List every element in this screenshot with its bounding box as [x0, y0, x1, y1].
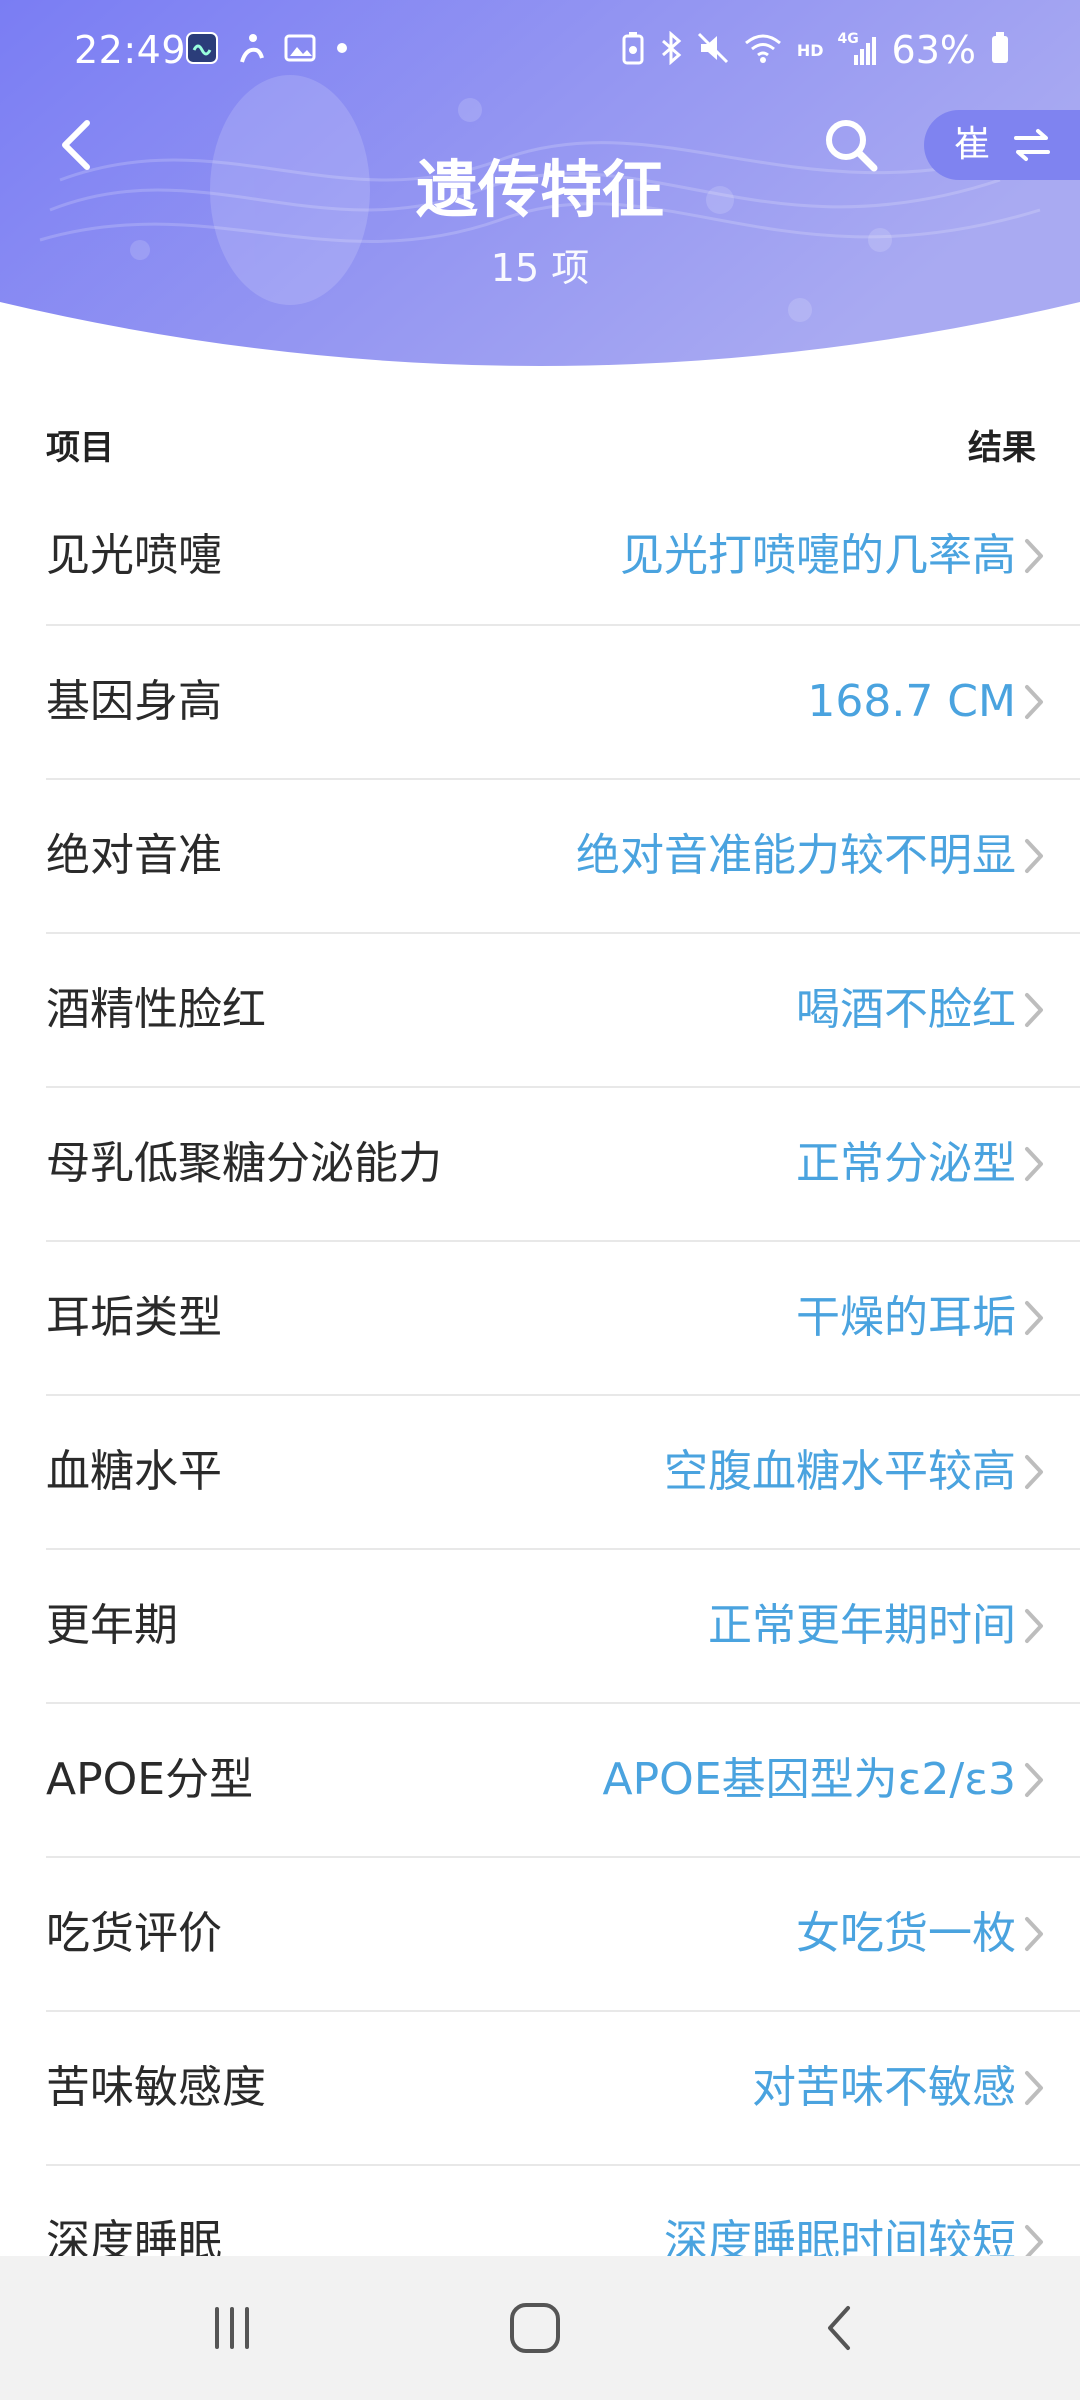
list-item[interactable]: 基因身高 168.7 CM [46, 626, 1080, 780]
item-value: 绝对音准能力较不明显 [576, 830, 1016, 881]
item-value: 喝酒不脸红 [796, 984, 1016, 1035]
item-label: 酒精性脸红 [46, 984, 266, 1035]
item-label: 吃货评价 [46, 1908, 222, 1959]
battery-icon [990, 31, 1010, 69]
chevron-right-icon [1025, 539, 1043, 573]
item-label: APOE分型 [46, 1754, 254, 1805]
chevron-right-icon [1025, 1609, 1043, 1643]
list-item[interactable]: 更年期 正常更年期时间 [46, 1550, 1080, 1704]
back-nav-icon [828, 2306, 850, 2350]
item-label: 基因身高 [46, 676, 222, 727]
item-label: 血糖水平 [46, 1446, 222, 1497]
page-title: 遗传特征 [415, 153, 664, 226]
battery-saver-icon [621, 31, 645, 69]
item-label: 绝对音准 [46, 830, 222, 881]
back-nav-button[interactable] [793, 2292, 883, 2364]
item-value: 168.7 CM [807, 676, 1016, 727]
chevron-right-icon [1025, 2071, 1043, 2105]
status-right-icons: HD 4G 63% [621, 26, 1010, 74]
trait-list: 见光喷嚏 见光打喷嚏的几率高 基因身高 168.7 CM 绝对音准 绝对音准能力… [46, 488, 1080, 2320]
chevron-right-icon [1025, 685, 1043, 719]
item-value: 女吃货一枚 [796, 1908, 1016, 1959]
chevron-right-icon [1025, 1147, 1043, 1181]
item-label: 更年期 [46, 1600, 178, 1651]
signal-icon: 4G [838, 31, 878, 67]
item-value: 对苦味不敏感 [752, 2062, 1016, 2113]
item-label: 母乳低聚糖分泌能力 [46, 1138, 442, 1189]
battery-percent: 63% [891, 28, 976, 72]
item-label: 苦味敏感度 [46, 2062, 266, 2113]
chevron-right-icon [1025, 1301, 1043, 1335]
bluetooth-icon [659, 30, 683, 69]
recent-apps-icon [215, 2307, 249, 2349]
list-item[interactable]: APOE分型 APOE基因型为ε2/ε3 [46, 1704, 1080, 1858]
column-header-item: 项目 [46, 428, 114, 468]
accessibility-icon [236, 32, 266, 68]
system-navigation-bar [0, 2256, 1080, 2400]
item-value: 空腹血糖水平较高 [664, 1446, 1016, 1497]
status-bar: 22:49 HD 4G 63% [0, 0, 1080, 100]
list-item[interactable]: 见光喷嚏 见光打喷嚏的几率高 [46, 488, 1080, 626]
list-item[interactable]: 耳垢类型 干燥的耳垢 [46, 1242, 1080, 1396]
chevron-right-icon [1025, 1917, 1043, 1951]
item-value: 正常分泌型 [796, 1138, 1016, 1189]
chevron-right-icon [1025, 1763, 1043, 1797]
list-item[interactable]: 母乳低聚糖分泌能力 正常分泌型 [46, 1088, 1080, 1242]
recent-apps-button[interactable] [187, 2292, 277, 2364]
item-value: 见光打喷嚏的几率高 [620, 530, 1016, 581]
item-value: APOE基因型为ε2/ε3 [602, 1754, 1016, 1805]
list-item[interactable]: 绝对音准 绝对音准能力较不明显 [46, 780, 1080, 934]
dot-icon [334, 32, 350, 68]
list-item[interactable]: 苦味敏感度 对苦味不敏感 [46, 2012, 1080, 2166]
chevron-right-icon [1025, 993, 1043, 1027]
column-header-result: 结果 [968, 428, 1036, 468]
gallery-icon [284, 32, 316, 68]
list-item[interactable]: 血糖水平 空腹血糖水平较高 [46, 1396, 1080, 1550]
item-value: 干燥的耳垢 [796, 1292, 1016, 1343]
list-item[interactable]: 吃货评价 女吃货一枚 [46, 1858, 1080, 2012]
item-label: 耳垢类型 [46, 1292, 222, 1343]
app-icon [186, 32, 218, 68]
list-item[interactable]: 酒精性脸红 喝酒不脸红 [46, 934, 1080, 1088]
hd-label: HD [796, 40, 824, 60]
wifi-icon [743, 31, 783, 69]
home-icon [510, 2303, 560, 2353]
page-subtitle: 15 项 [490, 246, 590, 290]
column-header: 项目 结果 [46, 420, 1036, 476]
screen: 22:49 HD 4G 63% 崔 遗传特征 15 项 项目 结果 见光喷嚏 见… [0, 0, 1080, 2400]
status-left-icons [186, 32, 350, 68]
item-value: 正常更年期时间 [708, 1600, 1016, 1651]
header: 22:49 HD 4G 63% 崔 遗传特征 15 项 [0, 0, 1080, 380]
mute-icon [697, 31, 729, 69]
home-button[interactable] [490, 2292, 580, 2364]
item-label: 见光喷嚏 [46, 530, 222, 581]
chevron-right-icon [1025, 839, 1043, 873]
chevron-right-icon [1025, 1455, 1043, 1489]
status-time: 22:49 [74, 28, 187, 72]
